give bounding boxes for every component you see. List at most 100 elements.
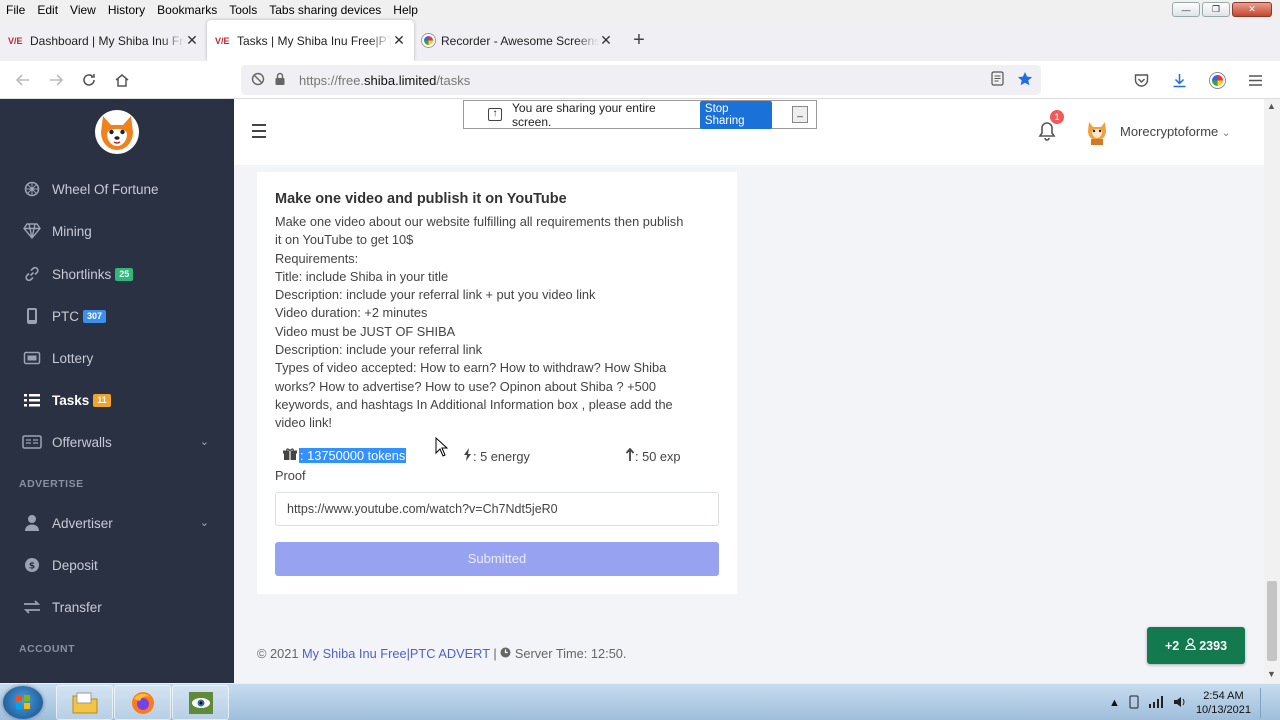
avatar[interactable]	[1086, 119, 1108, 145]
sidebar-item-advertiser[interactable]: Advertiser ⌄	[0, 503, 234, 543]
shiba-favicon-icon: V/E	[215, 35, 230, 46]
tab-tasks[interactable]: V/E Tasks | My Shiba Inu Free|PTC A ✕	[207, 20, 414, 61]
downloads-button[interactable]	[1163, 65, 1196, 95]
lock-icon[interactable]	[269, 72, 291, 89]
taskbar-recorder-app[interactable]	[172, 685, 229, 720]
menu-tools[interactable]: Tools	[223, 3, 263, 17]
proof-url-value: https://www.youtube.com/watch?v=Ch7Ndt5j…	[287, 502, 558, 516]
site-link[interactable]: My Shiba Inu Free|PTC ADVERT	[302, 646, 490, 661]
close-tab-icon[interactable]: ✕	[185, 32, 199, 49]
sidebar-item-ptc[interactable]: PTC 307	[0, 296, 234, 336]
submitted-button[interactable]: Submitted	[275, 542, 719, 576]
close-tab-icon[interactable]: ✕	[392, 32, 406, 49]
bookmark-star-icon[interactable]	[1017, 71, 1033, 90]
menu-file[interactable]: File	[0, 3, 31, 17]
page-scrollbar[interactable]: ▲ ▼	[1264, 99, 1280, 683]
sidebar-item-wheel-of-fortune[interactable]: Wheel Of Fortune	[0, 169, 234, 209]
sidebar-item-mining[interactable]: Mining	[0, 211, 234, 251]
menu-bookmarks[interactable]: Bookmarks	[151, 3, 223, 17]
sidebar-item-tasks[interactable]: Tasks 11	[0, 380, 234, 420]
description-line: video link!	[275, 415, 332, 431]
copyright-text: © 2021	[257, 646, 299, 661]
home-button[interactable]	[105, 65, 138, 95]
show-hidden-icons-icon[interactable]: ▲	[1109, 697, 1120, 709]
link-icon	[22, 264, 42, 284]
tab-dashboard[interactable]: V/E Dashboard | My Shiba Inu Free|PTC ✕	[0, 20, 207, 61]
home-icon	[115, 73, 128, 87]
description-line: Description: include your referral link …	[275, 287, 596, 303]
recorder-extension-button[interactable]	[1201, 65, 1234, 95]
description-line: Description: include your referral link	[275, 342, 482, 358]
sidebar: Wheel Of Fortune Mining Shortlinks 25 PT…	[0, 99, 234, 683]
user-menu[interactable]: Morecryptoforme ⌄	[1120, 124, 1230, 139]
app-menu-button[interactable]	[1239, 65, 1272, 95]
chevron-down-icon: ⌄	[199, 517, 209, 529]
scroll-up-arrow-icon[interactable]: ▲	[1267, 101, 1276, 111]
sidebar-item-label: Lottery	[52, 350, 94, 366]
description-line: works? How to advertise? How to use? Opi…	[275, 378, 656, 394]
show-desktop-button[interactable]	[1260, 688, 1270, 718]
menu-tabs-sharing[interactable]: Tabs sharing devices	[263, 3, 387, 17]
restore-window-button[interactable]: ❐	[1202, 2, 1230, 17]
footer-separator: |	[493, 646, 497, 661]
device-icon[interactable]	[1129, 695, 1139, 712]
sidebar-item-shortlinks[interactable]: Shortlinks 25	[0, 254, 234, 294]
reload-button[interactable]	[72, 65, 105, 95]
back-button[interactable]	[6, 65, 39, 95]
tracking-protection-icon[interactable]	[247, 72, 269, 89]
description-line: Types of video accepted: How to earn? Ho…	[275, 360, 667, 376]
taskbar-firefox[interactable]	[114, 685, 171, 720]
sidebar-item-lottery[interactable]: Lottery	[0, 338, 234, 378]
menu-edit[interactable]: Edit	[31, 3, 64, 17]
section-account: ACCOUNT	[19, 643, 75, 655]
close-tab-icon[interactable]: ✕	[599, 32, 613, 49]
system-clock[interactable]: 2:54 AM 10/13/2021	[1196, 689, 1251, 717]
tab-recorder[interactable]: Recorder - Awesome Screensho ✕	[414, 20, 621, 61]
level-up-icon	[625, 447, 635, 465]
task-description: Make one video about our website fulfill…	[275, 213, 725, 433]
description-line: Title: include Shiba in your title	[275, 268, 449, 284]
sidebar-toggle-icon[interactable]	[252, 124, 266, 142]
minimize-sharing-bar-button[interactable]: _	[791, 106, 808, 123]
tasks-count-badge: 11	[93, 393, 111, 407]
system-tray: ▲ 2:54 AM 10/13/2021	[1109, 688, 1270, 718]
description-line: keywords, and hashtags In Additional Inf…	[275, 396, 673, 412]
pocket-button[interactable]	[1125, 65, 1158, 95]
username: Morecryptoforme	[1120, 124, 1219, 139]
network-icon[interactable]	[1148, 695, 1164, 711]
hamburger-menu-icon	[1249, 74, 1262, 86]
sidebar-item-transfer[interactable]: Transfer	[0, 587, 234, 627]
task-card: Make one video and publish it on YouTube…	[257, 172, 737, 594]
recorder-extension-icon	[1210, 72, 1225, 88]
online-users-counter[interactable]: +2 2393	[1147, 627, 1245, 664]
start-button[interactable]	[3, 686, 43, 719]
gear-icon	[22, 179, 42, 199]
proof-url-input[interactable]: https://www.youtube.com/watch?v=Ch7Ndt5j…	[275, 492, 719, 526]
minimize-window-button[interactable]: —	[1172, 2, 1200, 17]
recorder-favicon-icon	[422, 34, 435, 47]
folder-icon	[72, 692, 97, 713]
share-screen-icon: ↑	[488, 108, 502, 121]
new-tab-button[interactable]: +	[621, 20, 657, 61]
volume-icon[interactable]	[1173, 696, 1187, 711]
close-window-button[interactable]: ✕	[1232, 2, 1272, 17]
sidebar-item-deposit[interactable]: $ Deposit	[0, 545, 234, 585]
forward-arrow-icon	[49, 73, 63, 86]
shortlinks-count-badge: 25	[115, 267, 134, 281]
ticket-icon	[22, 348, 42, 368]
menu-history[interactable]: History	[102, 3, 151, 17]
url-bar[interactable]: https://free.shiba.limited/tasks	[241, 65, 1041, 95]
shiba-logo[interactable]	[95, 110, 139, 154]
taskbar-file-explorer[interactable]	[56, 685, 113, 720]
bell-icon[interactable]	[1038, 121, 1056, 141]
scroll-down-arrow-icon[interactable]: ▼	[1267, 669, 1276, 679]
forward-button[interactable]	[39, 65, 72, 95]
menu-view[interactable]: View	[64, 3, 102, 17]
menu-help[interactable]: Help	[387, 3, 424, 17]
transfer-icon	[22, 597, 42, 617]
scrollbar-thumb[interactable]	[1267, 581, 1277, 661]
sidebar-item-offerwalls[interactable]: Offerwalls ⌄	[0, 422, 234, 462]
reader-view-icon[interactable]	[991, 71, 1004, 89]
stop-sharing-button[interactable]: Stop Sharing	[699, 100, 772, 129]
ptc-count-badge: 307	[83, 309, 107, 323]
